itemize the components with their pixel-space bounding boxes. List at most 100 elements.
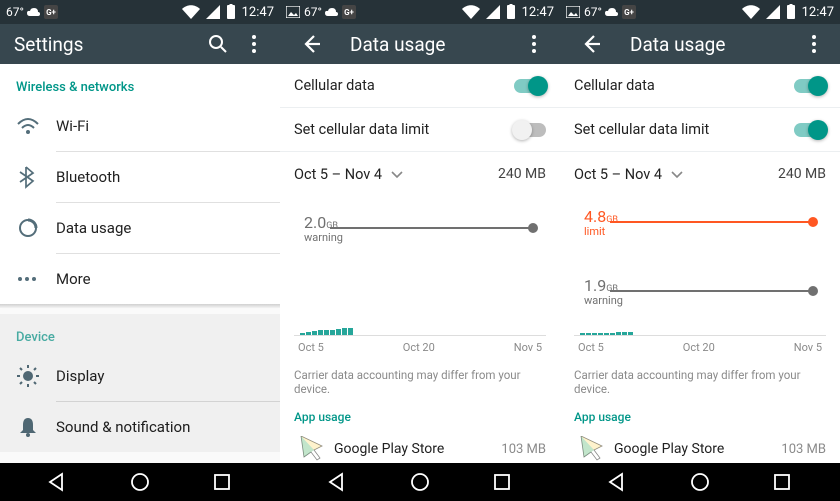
section-header-app-usage: App usage <box>560 398 840 426</box>
row-wifi[interactable]: Wi-Fi <box>0 101 280 151</box>
battery-status-icon <box>225 4 237 20</box>
app-row-play-store[interactable]: Google Play Store 103 MB <box>280 426 560 466</box>
clock: 12:47 <box>242 5 274 20</box>
chevron-down-icon <box>390 168 404 180</box>
row-cellular-data[interactable]: Cellular data <box>560 64 840 108</box>
row-display[interactable]: Display <box>0 351 280 401</box>
page-title: Data usage <box>350 33 516 56</box>
row-cycle[interactable]: Oct 5 – Nov 4 240 MB <box>280 152 560 196</box>
arrow-back-icon <box>300 32 324 56</box>
clock: 12:47 <box>802 5 834 20</box>
app-name: Google Play Store <box>608 441 781 457</box>
app-name: Google Play Store <box>328 441 501 457</box>
wifi-status-icon <box>181 4 201 20</box>
page-title: Data usage <box>630 33 796 56</box>
app-usage-mb: 103 MB <box>781 442 826 457</box>
weather-indicator: 67° <box>6 5 40 19</box>
nav-back[interactable] <box>314 463 362 501</box>
cycle-range: Oct 5 – Nov 4 <box>574 166 662 183</box>
row-cellular-data[interactable]: Cellular data <box>280 64 560 108</box>
more-vert-icon <box>811 34 817 54</box>
cellular-data-label: Cellular data <box>294 77 514 94</box>
cellular-data-switch[interactable] <box>794 79 826 93</box>
signal-status-icon <box>486 5 500 19</box>
overflow-button[interactable] <box>516 26 552 62</box>
status-bar: 67° G+ 12:47 <box>560 0 840 24</box>
gplus-notif-icon: G+ <box>622 5 636 19</box>
nav-back[interactable] <box>34 463 82 501</box>
back-button[interactable] <box>294 26 330 62</box>
screen-settings: 67° G+ 12:47 Settings Wireless & network… <box>0 0 280 501</box>
row-display-label: Display <box>56 367 104 385</box>
set-limit-switch[interactable] <box>514 123 546 137</box>
row-data-usage-label: Data usage <box>56 219 131 237</box>
signal-status-icon <box>206 5 220 19</box>
overflow-button[interactable] <box>236 26 272 62</box>
nav-back[interactable] <box>594 463 642 501</box>
section-header-app-usage: App usage <box>280 398 560 426</box>
cellular-data-switch[interactable] <box>514 79 546 93</box>
nav-bar <box>280 463 560 501</box>
nav-bar <box>0 463 280 501</box>
nav-home[interactable] <box>396 463 444 501</box>
play-store-icon <box>294 432 328 466</box>
data-usage-icon <box>16 216 56 240</box>
search-button[interactable] <box>200 26 236 62</box>
row-cycle[interactable]: Oct 5 – Nov 4 240 MB <box>560 152 840 196</box>
row-set-limit[interactable]: Set cellular data limit <box>560 108 840 152</box>
wifi-status-icon <box>461 4 481 20</box>
clock: 12:47 <box>522 5 554 20</box>
row-more[interactable]: More <box>0 254 280 304</box>
row-bluetooth[interactable]: Bluetooth <box>0 152 280 202</box>
nav-recent[interactable] <box>758 463 806 501</box>
row-set-limit[interactable]: Set cellular data limit <box>280 108 560 152</box>
carrier-note: Carrier data accounting may differ from … <box>560 358 840 398</box>
more-vert-icon <box>531 34 537 54</box>
row-data-usage[interactable]: Data usage <box>0 203 280 253</box>
row-more-label: More <box>56 270 91 288</box>
screen-data-usage-2: 67° G+ 12:47 Data usage Cellular data Se… <box>560 0 840 501</box>
section-header-wireless: Wireless & networks <box>0 64 280 101</box>
battery-status-icon <box>505 4 517 20</box>
set-limit-label: Set cellular data limit <box>574 121 794 138</box>
gplus-notif-icon: G+ <box>44 5 58 19</box>
nav-home[interactable] <box>116 463 164 501</box>
screen-data-usage-1: 67° G+ 12:47 Data usage Cellular data Se… <box>280 0 560 501</box>
nav-recent[interactable] <box>478 463 526 501</box>
back-button[interactable] <box>574 26 610 62</box>
gplus-notif-icon: G+ <box>342 5 356 19</box>
chevron-down-icon <box>670 168 684 180</box>
row-wifi-label: Wi-Fi <box>56 117 89 135</box>
row-sound[interactable]: Sound & notification <box>0 402 280 452</box>
row-sound-label: Sound & notification <box>56 418 190 436</box>
nav-bar <box>560 463 840 501</box>
usage-chart[interactable]: 2.0GBwarning Oct 5Oct 20Nov 5 <box>280 196 560 358</box>
bluetooth-icon <box>16 165 56 189</box>
action-bar: Data usage <box>560 24 840 64</box>
arrow-back-icon <box>580 32 604 56</box>
more-horiz-icon <box>16 275 56 283</box>
page-title: Settings <box>14 33 200 56</box>
battery-status-icon <box>785 4 797 20</box>
app-usage-mb: 103 MB <box>501 442 546 457</box>
screenshot-notif-icon <box>566 6 580 18</box>
status-bar: 67° G+ 12:47 <box>0 0 280 24</box>
cellular-data-label: Cellular data <box>574 77 794 94</box>
screenshot-notif-icon <box>286 6 300 18</box>
overflow-button[interactable] <box>796 26 832 62</box>
usage-chart[interactable]: 4.8GBlimit1.9GBwarning Oct 5Oct 20Nov 5 <box>560 196 840 358</box>
wifi-icon <box>16 116 56 136</box>
carrier-note: Carrier data accounting may differ from … <box>280 358 560 398</box>
set-limit-switch[interactable] <box>794 123 826 137</box>
row-bluetooth-label: Bluetooth <box>56 168 120 186</box>
app-row-play-store[interactable]: Google Play Store 103 MB <box>560 426 840 466</box>
search-icon <box>208 34 228 54</box>
bell-icon <box>16 415 56 439</box>
signal-status-icon <box>766 5 780 19</box>
cycle-total: 240 MB <box>778 166 826 182</box>
nav-recent[interactable] <box>198 463 246 501</box>
status-bar: 67° G+ 12:47 <box>280 0 560 24</box>
cycle-range: Oct 5 – Nov 4 <box>294 166 382 183</box>
play-store-icon <box>574 432 608 466</box>
nav-home[interactable] <box>676 463 724 501</box>
